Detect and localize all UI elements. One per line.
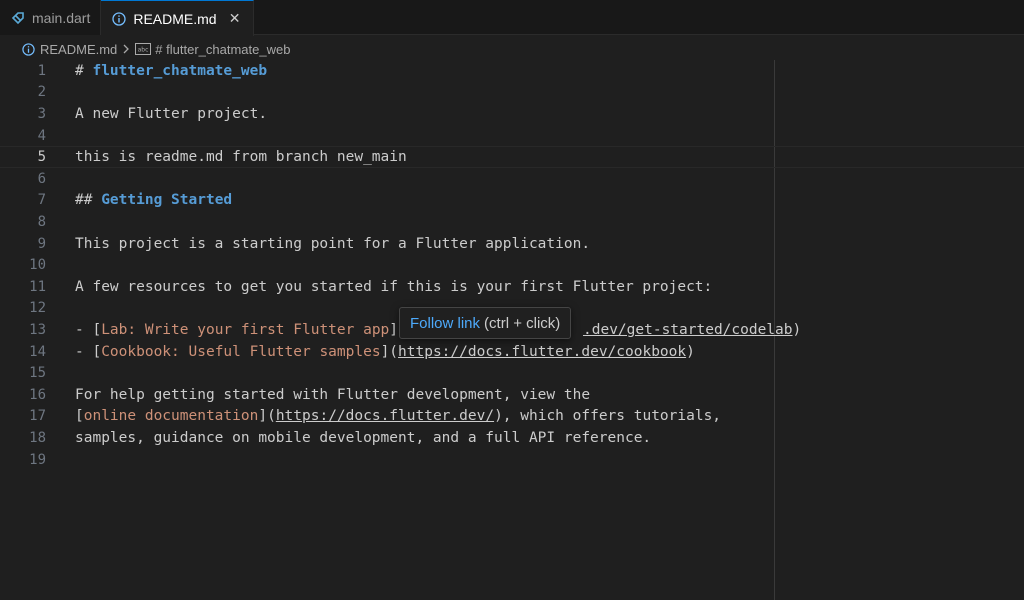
code-line: 8 — [0, 211, 1024, 233]
breadcrumb: README.md abc # flutter_chatmate_web — [20, 38, 290, 60]
line-number: 13 — [29, 321, 46, 338]
dart-file-icon — [10, 10, 26, 26]
line-text: A few resources to get you started if th… — [75, 278, 713, 295]
code-line: 6 — [0, 168, 1024, 190]
line-text: samples, guidance on mobile development,… — [75, 429, 652, 446]
breadcrumb-file[interactable]: README.md — [40, 42, 117, 57]
line-number: 12 — [29, 300, 46, 317]
code-line: 3 A new Flutter project. — [0, 103, 1024, 125]
code-line: 7 ## Getting Started — [0, 190, 1024, 212]
bracket: ] — [389, 321, 399, 338]
string-symbol-icon: abc — [135, 41, 152, 57]
info-icon — [111, 11, 127, 27]
line-number: 10 — [29, 257, 46, 274]
link-text: Cookbook: Useful Flutter samples — [101, 343, 381, 360]
header-marker: # — [75, 62, 93, 79]
list-dash: - [ — [75, 343, 102, 360]
bracket: ]( — [258, 408, 276, 425]
heading-text: Getting Started — [101, 192, 233, 209]
line-number: 3 — [37, 105, 46, 122]
info-icon — [20, 41, 36, 57]
bracket: [ — [75, 408, 84, 425]
shortcut-hint: (ctrl + click) — [484, 314, 561, 332]
line-text: This project is a starting point for a F… — [75, 235, 591, 252]
code-line: 14 - [Cookbook: Useful Flutter samples](… — [0, 341, 1024, 363]
line-text: this is readme.md from branch new_main — [75, 149, 407, 166]
code-line: 1 # flutter_chatmate_web — [0, 60, 1024, 82]
link-url[interactable]: .dev/get-started/codelab — [583, 322, 793, 338]
current-line: 5 this is readme.md from branch new_main — [0, 146, 1024, 168]
line-number: 14 — [29, 343, 46, 360]
line-number: 17 — [29, 408, 46, 425]
code-line: 16 For help getting started with Flutter… — [0, 384, 1024, 406]
code-line: 10 — [0, 254, 1024, 276]
link-url[interactable]: https://docs.flutter.dev/cookbook — [398, 344, 686, 360]
line-number: 9 — [37, 235, 46, 252]
line-text: ), which offers tutorials, — [494, 408, 722, 425]
code-line: 2 — [0, 82, 1024, 104]
line-number: 6 — [37, 170, 46, 187]
editor-tab-bar: main.dart README.md ✕ — [0, 0, 1024, 36]
code-line: 9 This project is a starting point for a… — [0, 233, 1024, 255]
tab-label: README.md — [133, 10, 217, 27]
code-line: 17 [online documentation](https://docs.f… — [0, 406, 1024, 428]
list-dash: - [ — [75, 321, 102, 338]
line-number: 2 — [37, 84, 46, 101]
line-number: 1 — [37, 62, 46, 79]
line-number: 19 — [29, 451, 46, 468]
tab-main-dart[interactable]: main.dart — [0, 0, 102, 35]
code-line: 19 — [0, 449, 1024, 471]
close-icon[interactable]: ✕ — [227, 10, 243, 27]
code-line: 4 — [0, 125, 1024, 147]
follow-link-action[interactable]: Follow link — [410, 315, 480, 332]
bracket: ]( — [380, 343, 399, 360]
line-number: 15 — [29, 365, 46, 382]
line-number: 4 — [37, 127, 46, 144]
line-number: 16 — [29, 386, 46, 403]
code-line: 11 A few resources to get you started if… — [0, 276, 1024, 298]
line-number: 18 — [29, 429, 46, 446]
heading-text: flutter_chatmate_web — [92, 62, 268, 79]
paren: ) — [792, 321, 802, 338]
tab-readme[interactable]: README.md ✕ — [101, 0, 254, 36]
breadcrumb-symbol[interactable]: # flutter_chatmate_web — [155, 42, 290, 57]
link-text: online documentation — [83, 408, 259, 425]
line-text: A new Flutter project. — [75, 105, 268, 122]
line-number: 5 — [37, 149, 46, 166]
paren: ) — [686, 343, 695, 360]
line-number: 8 — [37, 213, 46, 230]
line-number: 7 — [37, 192, 46, 209]
line-number: 11 — [29, 278, 46, 295]
code-line: 18 samples, guidance on mobile developme… — [0, 427, 1024, 449]
line-text: For help getting started with Flutter de… — [75, 386, 591, 403]
header-marker: ## — [75, 192, 102, 209]
chevron-right-icon — [121, 44, 131, 54]
link-url[interactable]: https://docs.flutter.dev/ — [276, 408, 494, 424]
code-line: 15 — [0, 362, 1024, 384]
follow-link-tooltip: Follow link (ctrl + click) — [399, 307, 572, 339]
svg-text:abc: abc — [138, 47, 149, 54]
tab-label: main.dart — [32, 9, 91, 26]
link-text: Lab: Write your first Flutter app — [101, 321, 390, 338]
